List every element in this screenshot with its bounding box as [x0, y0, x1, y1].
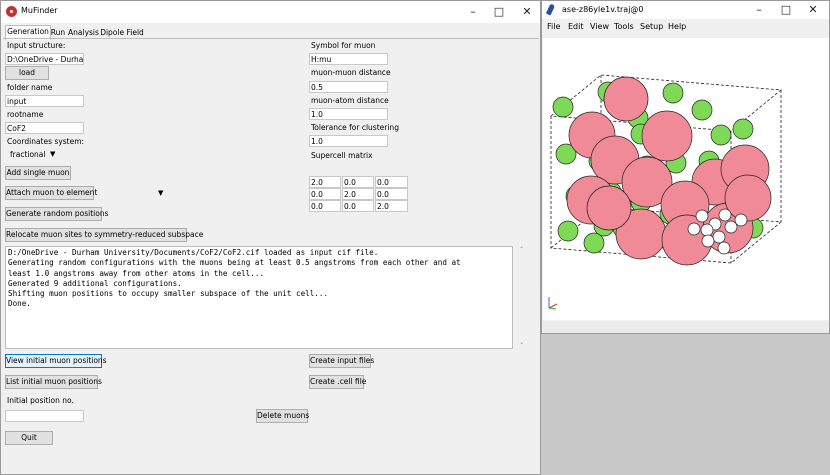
- ase-window: ase-z86yle1v.traj@0 – □ ✕ File Edit View…: [541, 0, 830, 334]
- window-title: MuFinder: [21, 6, 58, 15]
- coord-system-select[interactable]: fractional ▼: [5, 149, 65, 161]
- crystal-structure-render: [548, 74, 783, 310]
- fluorine-atom: [583, 232, 605, 254]
- cobalt-atom: [603, 76, 649, 122]
- element-select[interactable]: ▼: [101, 186, 171, 200]
- supercell-cell[interactable]: 0.0: [309, 200, 341, 212]
- muon-atom-distance-field[interactable]: 1.0: [309, 108, 388, 120]
- supercell-cell[interactable]: 2.0: [375, 200, 408, 212]
- create-cell-file-button[interactable]: Create .cell file: [309, 375, 366, 389]
- menu-file[interactable]: File: [547, 22, 560, 31]
- tolerance-field[interactable]: 1.0: [309, 135, 388, 147]
- close-icon[interactable]: ✕: [799, 2, 827, 18]
- muon-site: [717, 241, 731, 255]
- chevron-down-icon: ▼: [50, 150, 56, 158]
- add-single-muon-button[interactable]: Add single muon: [5, 166, 71, 180]
- muon-muon-distance-label: muon-muon distance: [311, 68, 391, 77]
- menu-setup[interactable]: Setup: [640, 22, 663, 31]
- menu-edit[interactable]: Edit: [568, 22, 584, 31]
- menu-tools[interactable]: Tools: [614, 22, 634, 31]
- chevron-down-icon[interactable]: ⌄: [519, 339, 524, 346]
- input-structure-field[interactable]: D:\OneDrive - Durham: [5, 53, 84, 65]
- console-scrollbar[interactable]: ⌃ ⌄: [516, 246, 528, 349]
- maximize-icon[interactable]: □: [772, 2, 800, 18]
- structure-viewer[interactable]: [543, 38, 829, 320]
- axis-indicator: [548, 297, 558, 310]
- create-input-files-button[interactable]: Create input files: [309, 354, 374, 368]
- muon-site: [712, 230, 726, 244]
- ase-window-title: ase-z86yle1v.traj@0: [562, 5, 644, 14]
- quit-button[interactable]: Quit: [5, 431, 53, 445]
- cobalt-atom: [724, 174, 772, 222]
- generate-random-button[interactable]: Generate random positions: [5, 207, 109, 221]
- tolerance-label: Tolerance for clustering: [311, 123, 399, 132]
- fluorine-atom: [557, 220, 579, 242]
- input-structure-label: Input structure:: [7, 41, 66, 50]
- initial-position-field[interactable]: [5, 410, 84, 422]
- muon-site: [718, 208, 732, 222]
- rootname-label: rootname: [7, 110, 44, 119]
- ase-titlebar: ase-z86yle1v.traj@0 – □ ✕: [542, 1, 829, 19]
- view-initial-muon-positions-button[interactable]: View initial muon positions: [5, 354, 107, 368]
- console-line: Shifting muon positions to occupy smalle…: [8, 289, 329, 299]
- app-icon-dot: [10, 10, 13, 13]
- muon-site: [687, 222, 701, 236]
- muon-atom-distance-label: muon-atom distance: [311, 96, 389, 105]
- close-icon[interactable]: ✕: [513, 4, 541, 20]
- supercell-cell[interactable]: 0.0: [342, 200, 374, 212]
- muon-site: [734, 213, 748, 227]
- console-line: Done.: [8, 299, 31, 309]
- maximize-icon[interactable]: □: [485, 4, 513, 20]
- fluorine-atom: [691, 99, 713, 121]
- load-button[interactable]: load: [5, 66, 49, 80]
- delete-muons-button[interactable]: Delete muons: [256, 409, 309, 423]
- fluorine-atom: [710, 124, 732, 146]
- output-console[interactable]: D:/OneDrive - Durham University/Document…: [5, 246, 513, 349]
- list-initial-muon-positions-button[interactable]: List initial muon positions: [5, 375, 102, 389]
- cobalt-atom: [586, 185, 632, 231]
- chevron-down-icon: ▼: [158, 189, 164, 197]
- supercell-cell[interactable]: 0.0: [375, 188, 408, 200]
- mufinder-window: MuFinder – □ ✕ Generation Run Analysis D…: [0, 0, 541, 475]
- status-bar: [543, 321, 829, 333]
- console-line: Generated 9 additional configurations.: [8, 278, 182, 288]
- folder-name-field[interactable]: input: [5, 95, 84, 107]
- coord-system-value: fractional: [10, 150, 46, 159]
- folder-name-label: folder name: [7, 83, 53, 92]
- minimize-icon[interactable]: –: [459, 4, 487, 20]
- supercell-matrix-label: Supercell matrix: [311, 151, 373, 160]
- fluorine-atom: [552, 96, 574, 118]
- muon-site: [724, 220, 738, 234]
- supercell-cell[interactable]: 0.0: [342, 176, 374, 188]
- chevron-up-icon[interactable]: ⌃: [519, 246, 524, 253]
- supercell-cell[interactable]: 2.0: [342, 188, 374, 200]
- muon-site: [701, 234, 715, 248]
- supercell-cell[interactable]: 0.0: [375, 176, 408, 188]
- menu-view[interactable]: View: [590, 22, 609, 31]
- rootname-field[interactable]: CoF2: [5, 122, 84, 134]
- supercell-cell[interactable]: 0.0: [309, 188, 341, 200]
- attach-muon-button[interactable]: Attach muon to element: [5, 186, 97, 200]
- mufinder-titlebar: MuFinder – □ ✕: [1, 1, 540, 23]
- muon-site: [700, 223, 714, 237]
- cobalt-atom: [641, 110, 693, 162]
- initial-position-label: Initial position no.: [7, 396, 74, 405]
- muon-site: [695, 209, 709, 223]
- supercell-cell[interactable]: 2.0: [309, 176, 341, 188]
- fluorine-atom: [732, 118, 754, 140]
- tab-panel-border: [3, 38, 539, 39]
- symbol-label: Symbol for muon: [311, 41, 376, 50]
- symbol-field[interactable]: H:mu: [309, 53, 388, 65]
- feather-icon: [545, 3, 556, 16]
- muon-muon-distance-field[interactable]: 0.5: [309, 81, 388, 93]
- console-line: D:/OneDrive - Durham University/Document…: [8, 248, 379, 257]
- menu-help[interactable]: Help: [668, 22, 686, 31]
- coord-system-label: Coordinates system:: [7, 137, 85, 146]
- minimize-icon[interactable]: –: [745, 2, 773, 18]
- fluorine-atom: [662, 82, 684, 104]
- console-line: Generating random configurations with th…: [8, 258, 461, 268]
- console-line: least 1.0 angstroms away from other atom…: [8, 268, 265, 278]
- relocate-muon-sites-button[interactable]: Relocate muon sites to symmetry-reduced …: [5, 228, 203, 242]
